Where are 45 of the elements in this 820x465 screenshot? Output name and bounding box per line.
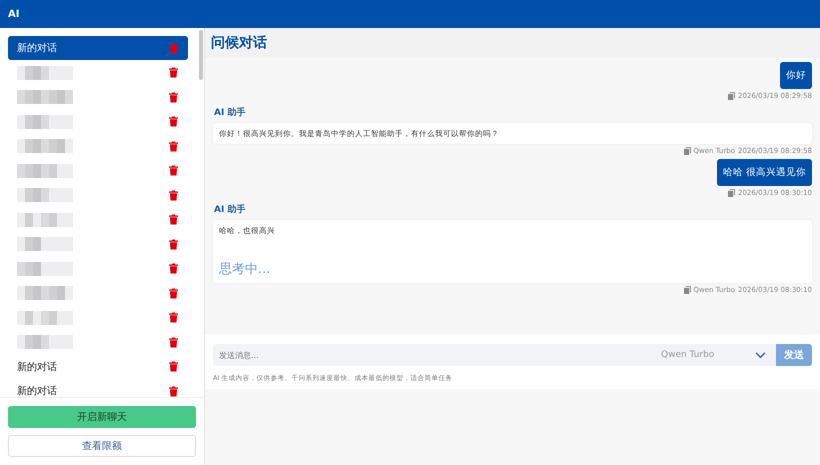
sender-name: AI 助手	[214, 203, 246, 216]
pixelated-title	[17, 237, 73, 251]
pixelated-title	[17, 164, 73, 178]
pixelated-title	[17, 114, 73, 128]
conversation-item[interactable]: 新的对话	[8, 354, 188, 378]
conversation-item[interactable]: 新的对话	[8, 379, 188, 397]
pixelated-title	[17, 139, 73, 153]
pixelated-title	[17, 310, 73, 324]
pixelated-title	[17, 212, 73, 226]
chat-title: 问候对话	[205, 28, 820, 58]
trash-icon[interactable]	[169, 288, 178, 298]
copy-icon[interactable]	[684, 286, 691, 294]
trash-icon[interactable]	[169, 67, 178, 78]
pixelated-title	[17, 66, 73, 80]
trash-icon[interactable]	[169, 386, 178, 396]
new-chat-button[interactable]: 开启新聊天	[8, 406, 196, 428]
trash-icon[interactable]	[169, 92, 178, 102]
pixelated-title	[17, 335, 73, 349]
message-input[interactable]: 发送消息...	[213, 344, 653, 366]
trash-icon[interactable]	[169, 263, 178, 274]
trash-icon[interactable]	[169, 140, 178, 152]
user-message: 你好	[780, 62, 812, 89]
conversation-item[interactable]: 新的对话	[8, 36, 188, 60]
pixelated-title	[17, 188, 73, 202]
trash-icon[interactable]	[169, 238, 178, 250]
copy-icon[interactable]	[728, 92, 735, 100]
user-message: 哈哈 很高兴遇见你	[716, 159, 812, 186]
trash-icon[interactable]	[169, 336, 178, 348]
sender-name: AI 助手	[214, 106, 246, 119]
trash-icon[interactable]	[169, 165, 178, 176]
pixelated-title	[17, 90, 73, 104]
pixelated-title	[17, 286, 73, 300]
copy-icon[interactable]	[684, 147, 691, 155]
copy-icon[interactable]	[728, 189, 735, 197]
trash-icon[interactable]	[169, 42, 178, 54]
thinking-status: 思考中...	[219, 261, 272, 278]
trash-icon[interactable]	[169, 116, 178, 127]
trash-icon[interactable]	[169, 361, 178, 372]
view-quota-button[interactable]: 查看限额	[8, 435, 196, 457]
chevron-down-icon	[755, 352, 766, 358]
trash-icon[interactable]	[169, 214, 178, 225]
trash-icon[interactable]	[169, 312, 178, 323]
app-title: AI	[8, 8, 20, 20]
trash-icon[interactable]	[169, 190, 178, 200]
pixelated-title	[17, 262, 73, 276]
